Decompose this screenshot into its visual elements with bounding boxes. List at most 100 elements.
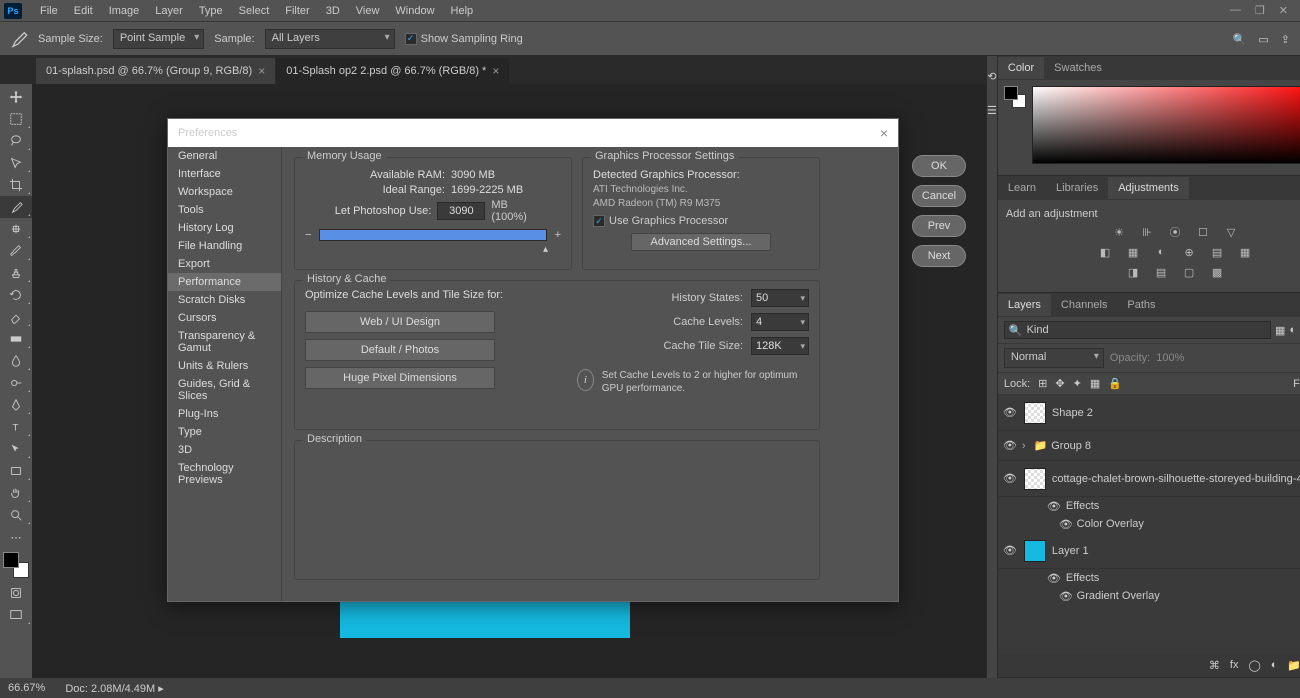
tab-paths[interactable]: Paths	[1117, 294, 1165, 316]
show-sampling-ring-checkbox[interactable]: ✓ Show Sampling Ring	[405, 33, 523, 45]
ok-button[interactable]: OK	[912, 155, 966, 177]
rectangle-tool-icon[interactable]	[0, 460, 32, 482]
photo-filter-icon[interactable]: ◐	[1151, 244, 1171, 260]
document-tab[interactable]: 01-Splash op2 2.psd @ 66.7% (RGB/8) * ×	[276, 58, 509, 84]
pref-guides[interactable]: Guides, Grid & Slices	[168, 375, 281, 405]
blur-tool-icon[interactable]	[0, 350, 32, 372]
gradient-tool-icon[interactable]	[0, 328, 32, 350]
gradient-map-icon[interactable]: ▦	[1235, 244, 1255, 260]
channel-mixer-icon[interactable]: ⊕	[1179, 244, 1199, 260]
color-swatch[interactable]	[1004, 86, 1026, 108]
visibility-icon[interactable]: 👁	[1058, 516, 1074, 532]
layer-mask-icon[interactable]: ◯	[1248, 659, 1260, 672]
edit-toolbar-icon[interactable]: ⋯	[0, 526, 32, 548]
crop-tool-icon[interactable]	[0, 174, 32, 196]
cache-tile-size-select[interactable]: 128K	[751, 337, 809, 355]
hand-tool-icon[interactable]	[0, 482, 32, 504]
properties-panel-icon[interactable]: ☰	[987, 96, 997, 124]
window-close-icon[interactable]: ✕	[1279, 4, 1288, 17]
cancel-button[interactable]: Cancel	[912, 185, 966, 207]
tab-channels[interactable]: Channels	[1051, 294, 1117, 316]
lock-nest-icon[interactable]: ✦	[1073, 377, 1082, 390]
layer-thumbnail[interactable]	[1024, 540, 1046, 562]
layer-style-icon[interactable]: fx	[1230, 659, 1239, 671]
menu-type[interactable]: Type	[191, 5, 231, 17]
tab-adjustments[interactable]: Adjustments	[1108, 177, 1189, 199]
hue-icon[interactable]: ◧	[1095, 244, 1115, 260]
selective-color-icon[interactable]: ▩	[1207, 264, 1227, 280]
pref-transparency[interactable]: Transparency & Gamut	[168, 327, 281, 357]
visibility-icon[interactable]: 👁	[1002, 405, 1018, 421]
close-icon[interactable]: ×	[258, 64, 265, 78]
pref-tools[interactable]: Tools	[168, 201, 281, 219]
blend-mode-select[interactable]: Normal	[1004, 348, 1104, 368]
cache-levels-select[interactable]: 4	[751, 313, 809, 331]
lock-art-icon[interactable]: ▦	[1090, 377, 1100, 390]
layer-row[interactable]: 👁 Layer 1 fx ˄	[998, 533, 1300, 569]
layer-thumbnail[interactable]	[1024, 402, 1046, 424]
posterize-icon[interactable]: ▤	[1151, 264, 1171, 280]
menu-3d[interactable]: 3D	[318, 5, 348, 17]
visibility-icon[interactable]: 👁	[1046, 570, 1062, 586]
menu-filter[interactable]: Filter	[277, 5, 317, 17]
clone-stamp-tool-icon[interactable]	[0, 262, 32, 284]
menu-select[interactable]: Select	[231, 5, 278, 17]
vibrance-icon[interactable]: ▽	[1221, 224, 1241, 240]
color-lookup-icon[interactable]: ▤	[1207, 244, 1227, 260]
invert-icon[interactable]: ◨	[1123, 264, 1143, 280]
eraser-tool-icon[interactable]	[0, 306, 32, 328]
type-tool-icon[interactable]: T	[0, 416, 32, 438]
history-states-select[interactable]: 50	[751, 289, 809, 307]
bw-icon[interactable]: ▦	[1123, 244, 1143, 260]
visibility-icon[interactable]: 👁	[1002, 543, 1018, 559]
pref-export[interactable]: Export	[168, 255, 281, 273]
pref-cursors[interactable]: Cursors	[168, 309, 281, 327]
window-maximize-icon[interactable]: ❐	[1255, 4, 1265, 17]
tab-swatches[interactable]: Swatches	[1044, 57, 1112, 79]
dodge-tool-icon[interactable]	[0, 372, 32, 394]
menu-help[interactable]: Help	[443, 5, 482, 17]
history-panel-icon[interactable]: ⟲	[987, 62, 997, 90]
pen-tool-icon[interactable]	[0, 394, 32, 416]
search-icon[interactable]: 🔍	[1233, 33, 1247, 46]
prev-button[interactable]: Prev	[912, 215, 966, 237]
quick-select-tool-icon[interactable]	[0, 152, 32, 174]
layer-thumbnail[interactable]	[1024, 468, 1046, 490]
brightness-icon[interactable]: ☀	[1109, 224, 1129, 240]
menu-file[interactable]: File	[32, 5, 66, 17]
filter-adj-icon[interactable]: ◐	[1289, 324, 1296, 336]
use-graphics-processor-checkbox[interactable]: ✓ Use Graphics Processor	[593, 215, 809, 227]
filter-pixel-icon[interactable]: ▦	[1275, 324, 1285, 337]
menu-window[interactable]: Window	[387, 5, 442, 17]
lock-all-icon[interactable]: 🔒	[1108, 377, 1122, 390]
pref-history-log[interactable]: History Log	[168, 219, 281, 237]
pref-scratch-disks[interactable]: Scratch Disks	[168, 291, 281, 309]
workspace-switcher-icon[interactable]: ▭	[1258, 33, 1268, 46]
brush-tool-icon[interactable]	[0, 240, 32, 262]
pref-3d[interactable]: 3D	[168, 441, 281, 459]
menu-edit[interactable]: Edit	[66, 5, 101, 17]
lock-position-icon[interactable]: ✥	[1055, 377, 1064, 390]
slider-plus-icon[interactable]: +	[555, 229, 561, 241]
zoom-tool-icon[interactable]	[0, 504, 32, 526]
layers-list[interactable]: 👁 Shape 2 👁 › 📁 Group 8 👁 cottage-chalet…	[998, 395, 1300, 677]
threshold-icon[interactable]: ▢	[1179, 264, 1199, 280]
lasso-tool-icon[interactable]	[0, 130, 32, 152]
visibility-icon[interactable]: 👁	[1058, 588, 1074, 604]
foreground-background-swatches[interactable]	[3, 552, 29, 578]
exposure-icon[interactable]: ☐	[1193, 224, 1213, 240]
window-minimize-icon[interactable]: —	[1230, 4, 1241, 17]
visibility-icon[interactable]: 👁	[1046, 498, 1062, 514]
pref-performance[interactable]: Performance	[168, 273, 281, 291]
pref-general[interactable]: General	[168, 147, 281, 165]
pref-units[interactable]: Units & Rulers	[168, 357, 281, 375]
quick-mask-icon[interactable]	[0, 582, 32, 604]
eyedropper-tool-icon[interactable]	[8, 29, 28, 49]
eyedropper-tool-icon[interactable]	[0, 196, 32, 218]
move-tool-icon[interactable]	[0, 86, 32, 108]
memory-slider[interactable]: ▴	[319, 229, 546, 241]
sample-size-select[interactable]: Point Sample	[113, 29, 204, 49]
layer-row[interactable]: 👁 Shape 2	[998, 395, 1300, 431]
pref-plugins[interactable]: Plug-Ins	[168, 405, 281, 423]
advanced-settings-button[interactable]: Advanced Settings...	[631, 233, 771, 251]
